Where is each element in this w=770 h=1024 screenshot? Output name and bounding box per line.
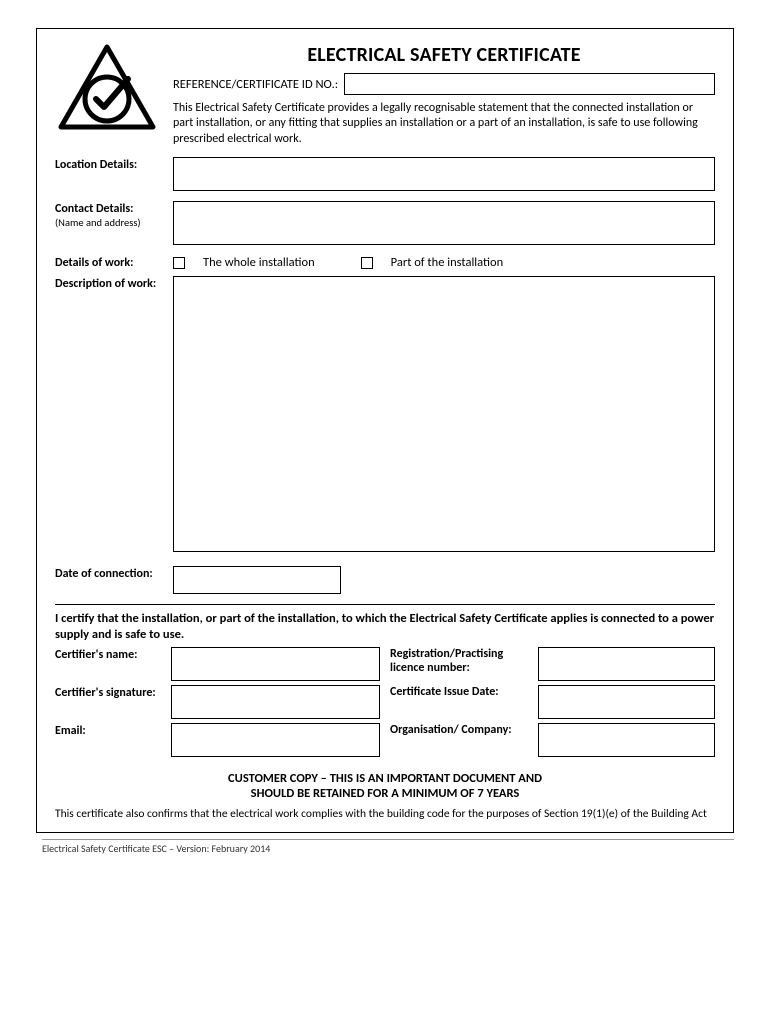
email-input[interactable] <box>171 723 380 757</box>
description-row: Description of work: <box>55 276 715 552</box>
certifier-name-label: Certifier's name: <box>55 647 163 681</box>
org-input[interactable] <box>538 723 715 757</box>
location-row: Location Details: <box>55 157 715 191</box>
intro-text: This Electrical Safety Certificate provi… <box>173 101 715 147</box>
issue-date-label: Certificate Issue Date: <box>390 685 530 719</box>
reference-label: REFERENCE/CERTIFICATE ID NO.: <box>173 77 338 92</box>
work-options: The whole installation Part of the insta… <box>173 255 715 270</box>
date-connection-label: Date of connection: <box>55 566 163 594</box>
footer-important: CUSTOMER COPY – THIS IS AN IMPORTANT DOC… <box>55 771 715 802</box>
reference-row: REFERENCE/CERTIFICATE ID NO.: <box>173 73 715 95</box>
whole-checkbox[interactable] <box>173 257 185 269</box>
whole-label: The whole installation <box>203 255 315 270</box>
issue-date-input[interactable] <box>538 685 715 719</box>
location-input[interactable] <box>173 157 715 191</box>
divider <box>55 604 715 605</box>
date-connection-row: Date of connection: <box>55 566 715 594</box>
email-label: Email: <box>55 723 163 757</box>
page-title: ELECTRICAL SAFETY CERTIFICATE <box>173 43 715 67</box>
part-checkbox[interactable] <box>361 257 373 269</box>
contact-label: Contact Details: (Name and address) <box>55 201 163 245</box>
description-input[interactable] <box>173 276 715 552</box>
signature-input[interactable] <box>171 685 380 719</box>
certify-statement: I certify that the installation, or part… <box>55 611 715 642</box>
certifier-row-3: Email: Organisation/ Company: <box>55 723 715 757</box>
location-label: Location Details: <box>55 157 163 191</box>
signature-label: Certifier's signature: <box>55 685 163 719</box>
header: ELECTRICAL SAFETY CERTIFICATE REFERENCE/… <box>55 43 715 147</box>
licence-input[interactable] <box>538 647 715 681</box>
reference-input[interactable] <box>344 73 715 95</box>
details-row: Details of work: The whole installation … <box>55 255 715 270</box>
licence-label: Registration/Practising licence number: <box>390 647 530 681</box>
version-text: Electrical Safety Certificate ESC – Vers… <box>42 839 734 855</box>
date-connection-input[interactable] <box>173 566 341 594</box>
certifier-name-input[interactable] <box>171 647 380 681</box>
details-label: Details of work: <box>55 255 163 270</box>
certifier-row-1: Certifier's name: Registration/Practisin… <box>55 647 715 681</box>
contact-input[interactable] <box>173 201 715 245</box>
header-text: ELECTRICAL SAFETY CERTIFICATE REFERENCE/… <box>173 43 715 147</box>
contact-row: Contact Details: (Name and address) <box>55 201 715 245</box>
footer-compliance: This certificate also confirms that the … <box>55 808 715 822</box>
certifier-row-2: Certifier's signature: Certificate Issue… <box>55 685 715 719</box>
rcm-tick-icon <box>57 43 157 131</box>
part-label: Part of the installation <box>391 255 504 270</box>
rcm-logo <box>55 43 159 147</box>
org-label: Organisation/ Company: <box>390 723 530 757</box>
description-label: Description of work: <box>55 276 163 552</box>
certificate-page: ELECTRICAL SAFETY CERTIFICATE REFERENCE/… <box>36 28 734 833</box>
